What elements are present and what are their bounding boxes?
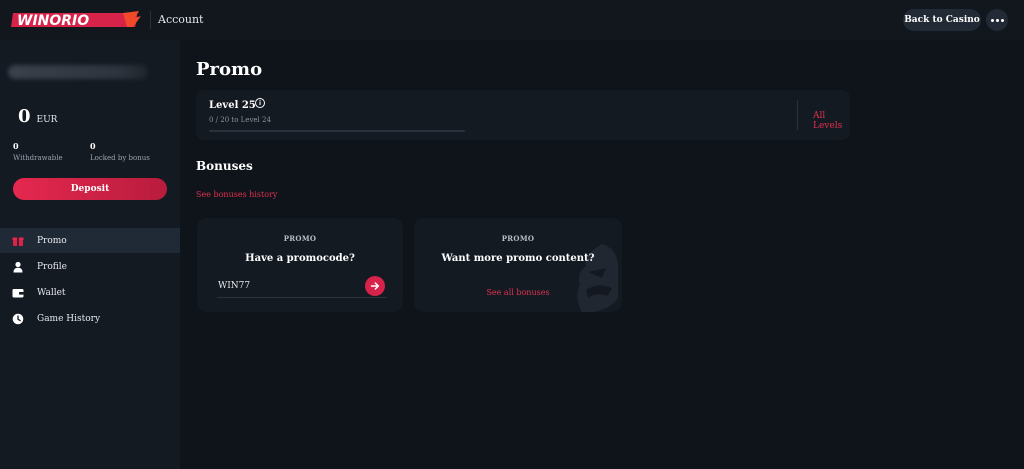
level-progress-bar xyxy=(209,130,465,132)
more-dots-icon xyxy=(990,18,1004,22)
page-title: Promo xyxy=(196,59,263,80)
level-card: Level 25 i 0 / 20 to Level 24 All Levels xyxy=(196,90,850,140)
promocode-input[interactable]: WIN77 xyxy=(217,274,387,298)
gift-icon xyxy=(12,235,24,247)
deposit-button[interactable]: Deposit xyxy=(13,178,167,200)
bonuses-title: Bonuses xyxy=(196,159,253,173)
sidebar-item-wallet[interactable]: Wallet xyxy=(0,280,180,305)
promocode-card: PROMO Have a promocode? WIN77 xyxy=(197,218,403,312)
sidebar-nav: Promo Profile Wallet Game History xyxy=(0,228,180,332)
sidebar-item-profile[interactable]: Profile xyxy=(0,254,180,279)
sidebar-item-label: Profile xyxy=(37,261,67,272)
info-icon[interactable]: i xyxy=(255,98,265,108)
level-progress-text: 0 / 20 to Level 24 xyxy=(209,116,271,124)
locked-label: Locked by bonus xyxy=(90,154,150,162)
winorio-logo[interactable]: WINORIO xyxy=(11,10,141,30)
sidebar: 0 EUR 0 Withdrawable 0 Locked by bonus D… xyxy=(0,40,180,469)
balance: 0 EUR xyxy=(18,106,57,127)
promo-tag: PROMO xyxy=(501,234,535,243)
bonuses-history-link[interactable]: See bonuses history xyxy=(196,190,277,199)
back-to-casino-button[interactable]: Back to Casino xyxy=(903,9,981,31)
see-all-bonuses-link[interactable]: See all bonuses xyxy=(414,288,622,297)
sidebar-item-game-history[interactable]: Game History xyxy=(0,306,180,331)
balance-currency: EUR xyxy=(36,115,58,125)
promo-heading: Have a promocode? xyxy=(245,253,355,264)
level-divider xyxy=(797,100,798,130)
level-title: Level 25 xyxy=(209,100,256,111)
sidebar-item-label: Wallet xyxy=(37,287,66,298)
withdrawable-label: Withdrawable xyxy=(13,154,63,162)
main-content: Promo Level 25 i 0 / 20 to Level 24 All … xyxy=(180,40,1024,469)
all-levels-link[interactable]: All Levels xyxy=(813,111,850,131)
more-promo-card: PROMO Want more promo content? See all b… xyxy=(414,218,622,312)
arrow-right-icon xyxy=(370,282,380,290)
sidebar-item-label: Promo xyxy=(37,235,67,246)
promocode-submit-button[interactable] xyxy=(365,276,385,296)
balance-amount: 0 xyxy=(18,106,31,127)
top-header: WINORIO Account Back to Casino xyxy=(0,0,1024,40)
promo-tag: PROMO xyxy=(283,234,317,243)
promo-heading: Want more promo content? xyxy=(441,253,595,264)
blurred-username xyxy=(8,65,148,79)
header-title: Account xyxy=(158,13,204,26)
sidebar-item-label: Game History xyxy=(37,313,101,324)
mascot-watermark-icon xyxy=(577,244,618,312)
user-icon xyxy=(12,261,24,273)
locked-value: 0 xyxy=(90,141,96,151)
wallet-icon xyxy=(12,287,24,299)
sidebar-item-promo[interactable]: Promo xyxy=(0,228,180,253)
withdrawable-stat: 0 Withdrawable xyxy=(13,141,63,162)
logo-text: WINORIO xyxy=(17,13,89,29)
more-options-button[interactable] xyxy=(986,9,1008,31)
clock-icon xyxy=(12,313,24,325)
withdrawable-value: 0 xyxy=(13,141,19,151)
logo-badge-icon: WINORIO xyxy=(11,11,141,29)
locked-stat: 0 Locked by bonus xyxy=(90,141,150,162)
header-divider xyxy=(150,11,151,29)
